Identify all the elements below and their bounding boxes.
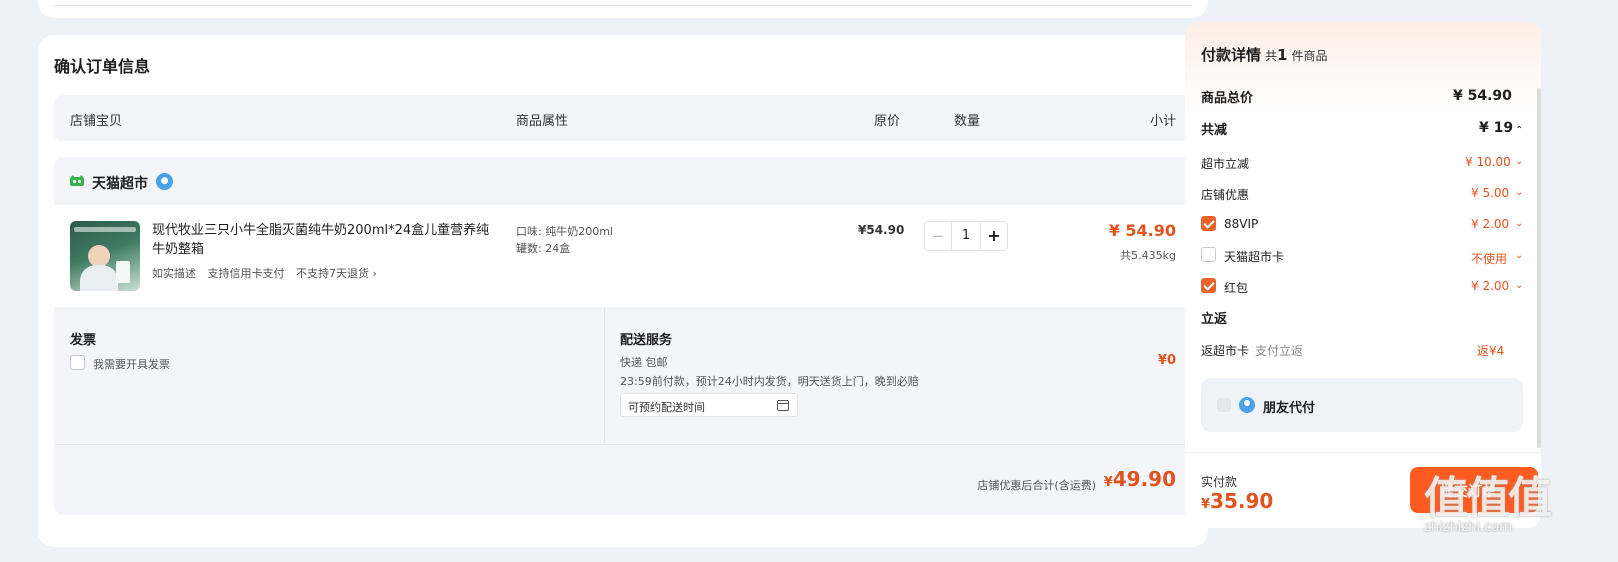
product-image[interactable] [70,221,140,291]
shop-header: 天猫超市 ● [54,157,1192,205]
product-title[interactable]: 现代牧业三只小牛全脂灭菌纯牛奶200ml*24盒儿童营养纯牛奶整箱 [152,221,502,259]
invoice-checkbox-label[interactable]: 我需要开具发票 [93,356,170,372]
shipping-price: ¥0 [1157,353,1176,368]
chevron-down-icon[interactable]: ⌄ [1515,187,1523,198]
shop-coupon-value[interactable]: ¥ 5.00 [1471,186,1509,200]
quantity-input[interactable]: 1 [951,222,981,250]
chevron-down-icon[interactable]: ⌄ [1515,218,1523,229]
delivery-method: 快递 包邮 [620,356,668,369]
red-packet-value[interactable]: ¥ 2.00 [1471,279,1509,293]
tag-no-return[interactable]: 不支持7天退货 › [296,267,377,280]
previous-card [38,0,1208,18]
item-row: 现代牧业三只小牛全脂灭菌纯牛奶200ml*24盒儿童营养纯牛奶整箱 如实描述 支… [54,205,1192,307]
payment-scrollbar[interactable] [1537,88,1541,448]
table-header: 店铺宝贝 商品属性 原价 数量 小计 [54,95,1192,141]
header-quantity: 数量 [954,114,981,129]
delivery-time-text: 可预约配送时间 [628,401,705,414]
vip-checkbox[interactable] [1201,216,1216,231]
rebate-label: 返超市卡 [1201,344,1250,358]
header-original-price: 原价 [874,114,901,129]
attr-count: 罐数: 24盒 [516,242,571,255]
item-subtotal: ¥ 54.90 [1108,221,1176,240]
shop-badge-icon: ● [156,173,173,190]
delivery-note: 23:59前付款，预计24小时内发货，明天送货上门，晚到必赔 [620,375,919,388]
goods-total-label: 商品总价 [1201,91,1254,106]
delivery-time-input[interactable]: 可预约配送时间 [620,393,798,417]
rebate-value: 返¥4 [1477,344,1505,358]
friend-pay-icon [1239,397,1255,413]
payment-details-card: 付款详情 共1 件商品 商品总价 ¥ 54.90 共减 ¥ 19 ⌃ 超市立减 ¥ … [1185,22,1541,528]
vip-value[interactable]: ¥ 2.00 [1471,217,1509,231]
tmall-card-value[interactable]: 不使用 [1471,250,1507,267]
friend-pay-label: 朋友代付 [1263,401,1316,416]
payment-title: 付款详情 共1 件商品 [1201,46,1328,64]
product-tags: 如实描述 支持信用卡支付 不支持7天退货 › [152,265,385,281]
actual-payment-label: 实付款 [1201,475,1238,489]
page-title: 确认订单信息 [54,57,151,76]
shop-total-label: 店铺优惠后合计(含运费) [977,479,1096,492]
shop-total-amount: ¥49.90 [1103,467,1176,491]
attr-flavor: 口味: 纯牛奶200ml [516,225,613,238]
supermarket-discount-value[interactable]: ¥ 10.00 [1465,155,1511,169]
quantity-plus-button[interactable]: + [981,222,1007,250]
shop-block: 天猫超市 ● 现代牧业三只小牛全脂灭菌纯牛奶200ml*24盒儿童营养纯牛奶整箱… [54,157,1192,515]
chevron-down-icon[interactable]: ⌄ [1515,280,1523,291]
tmall-card-label: 天猫超市卡 [1224,250,1285,264]
watermark: 值值值 zhizhizhi.com [1424,462,1584,542]
red-packet-checkbox[interactable] [1201,278,1216,293]
tag-accurate: 如实描述 [152,267,196,280]
watermark-url: zhizhizhi.com [1424,520,1512,535]
discount-label: 共减 [1201,123,1228,138]
tmall-card-checkbox[interactable] [1201,247,1216,262]
chevron-down-icon[interactable]: ⌄ [1515,250,1523,261]
quantity-minus-button[interactable]: − [925,222,951,250]
red-packet-label: 红包 [1224,281,1249,295]
header-attributes: 商品属性 [516,114,569,129]
shop-name[interactable]: 天猫超市 [92,173,148,193]
friend-pay-checkbox[interactable] [1217,398,1231,412]
shop-coupon-label: 店铺优惠 [1201,188,1250,202]
quantity-stepper: − 1 + [924,221,1008,251]
actual-payment-amount: ¥35.90 [1201,489,1274,513]
tmall-logo-icon [70,175,84,186]
order-card: 确认订单信息 店铺宝贝 商品属性 原价 数量 小计 天猫超市 ● 现代牧业三只小… [38,35,1208,547]
invoice-title: 发票 [70,333,97,348]
original-price: ¥54.90 [858,223,905,237]
supermarket-discount-label: 超市立减 [1201,157,1250,171]
invoice-delivery-panel: 发票 我需要开具发票 配送服务 快递 包邮 23:59前付款，预计24小时内发货… [54,307,1192,445]
header-subtotal: 小计 [1149,114,1176,129]
goods-total-value: ¥ 54.90 [1453,88,1512,104]
watermark-logo: 值值值 [1424,473,1552,524]
rebate-sub: 支付立返 [1255,344,1304,358]
friend-pay-option[interactable]: 朋友代付 [1201,378,1523,432]
delivery-title: 配送服务 [620,333,673,348]
discount-value: ¥ 19 [1479,120,1514,136]
tag-credit-card: 支持信用卡支付 [207,267,285,280]
calendar-icon[interactable] [777,400,789,411]
vip-label: 88VIP [1224,217,1259,231]
invoice-checkbox[interactable] [70,355,85,370]
header-shop-item: 店铺宝贝 [70,114,123,129]
rebate-title: 立返 [1201,312,1228,327]
chevron-down-icon[interactable]: ⌄ [1515,156,1523,167]
chevron-up-icon[interactable]: ⌃ [1515,125,1523,136]
item-weight: 共5.435kg [1120,249,1176,262]
